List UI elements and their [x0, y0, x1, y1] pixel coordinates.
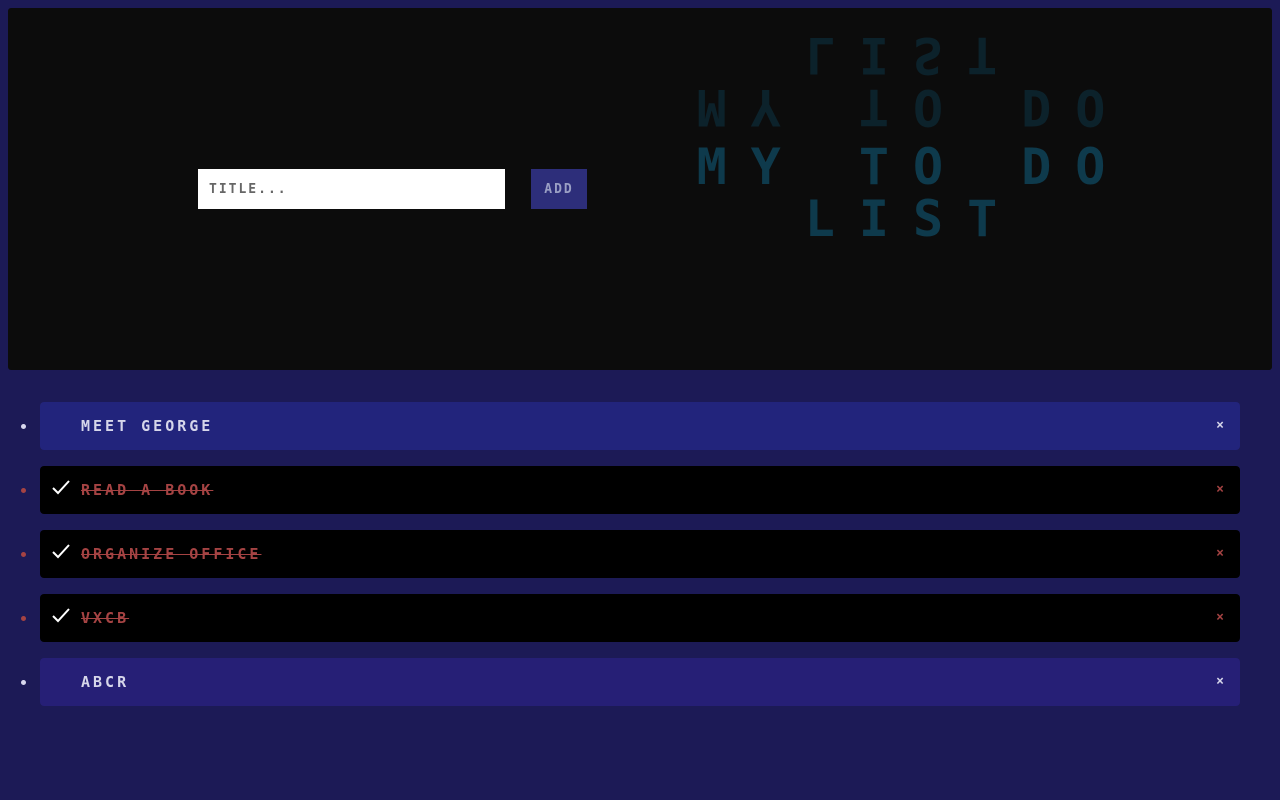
todo-item-label: ABCR — [81, 673, 130, 691]
todo-list: MEET GEORGE × READ A BOOK × ORGANIZE OFF… — [0, 402, 1280, 722]
bullet-icon — [21, 552, 26, 557]
bullet-icon — [21, 488, 26, 493]
todo-item[interactable]: READ A BOOK × — [0, 466, 1280, 514]
todo-item-box[interactable]: READ A BOOK × — [40, 466, 1240, 514]
todo-item-box[interactable]: ORGANIZE OFFICE × — [40, 530, 1240, 578]
delete-button[interactable]: × — [1212, 481, 1228, 499]
todo-item-label: READ A BOOK — [81, 481, 214, 499]
todo-item-box[interactable]: MEET GEORGE × — [40, 402, 1240, 450]
add-button[interactable]: ADD — [531, 169, 587, 209]
bullet-icon — [21, 616, 26, 621]
delete-button[interactable]: × — [1212, 609, 1228, 627]
delete-button[interactable]: × — [1212, 673, 1228, 691]
checkmark-icon — [52, 544, 70, 559]
todo-item[interactable]: ORGANIZE OFFICE × — [0, 530, 1280, 578]
page-title-reflection: MY TO DO LIST — [696, 26, 1130, 136]
todo-item[interactable]: VXCB × — [0, 594, 1280, 642]
checkmark-icon — [52, 480, 70, 495]
bullet-icon — [21, 424, 26, 429]
checkmark-icon — [52, 608, 70, 623]
todo-item-label: ORGANIZE OFFICE — [81, 545, 262, 563]
delete-button[interactable]: × — [1212, 417, 1228, 435]
todo-item-label: MEET GEORGE — [81, 417, 214, 435]
page-title: MY TO DO LIST — [696, 138, 1130, 248]
todo-item[interactable]: MEET GEORGE × — [0, 402, 1280, 450]
todo-item[interactable]: ABCR × — [0, 658, 1280, 706]
todo-item-label: VXCB — [81, 609, 130, 627]
todo-item-box[interactable]: ABCR × — [40, 658, 1240, 706]
title-input[interactable] — [198, 169, 505, 209]
bullet-icon — [21, 680, 26, 685]
delete-button[interactable]: × — [1212, 545, 1228, 563]
add-todo-panel: ADD MY TO DO LIST MY TO DO LIST — [8, 8, 1272, 370]
todo-item-box[interactable]: VXCB × — [40, 594, 1240, 642]
